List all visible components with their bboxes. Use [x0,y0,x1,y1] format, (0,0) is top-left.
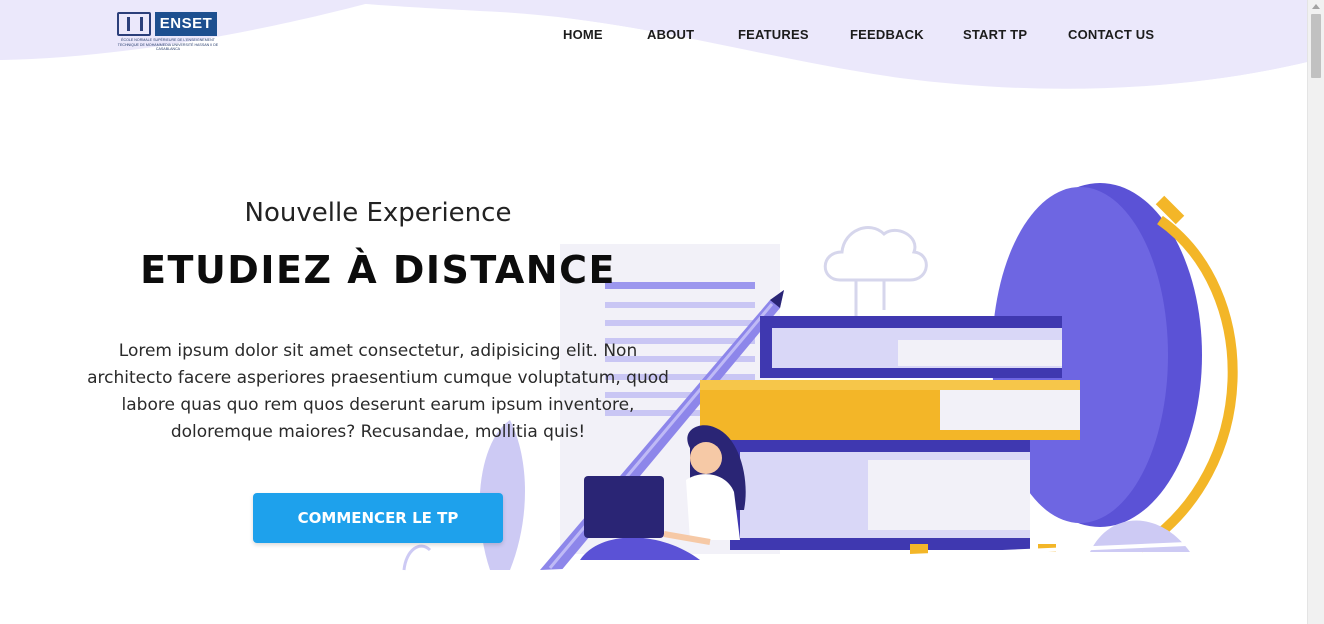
hero-lead-text: Lorem ipsum dolor sit amet consectetur, … [87,341,669,442]
hero-headline: ETUDIEZ À DISTANCE [140,248,616,292]
nav-start-tp[interactable]: START TP [963,27,1027,42]
university-emblem-icon [117,12,151,36]
hero-subtitle: Nouvelle Experience [244,198,512,228]
logo-wordmark: ENSET [155,12,217,36]
scrollbar-thumb[interactable] [1311,14,1321,78]
nav-home[interactable]: HOME [563,27,603,42]
logo-subtext: ÉCOLE NORMALE SUPÉRIEURE DE L'ENSEIGNEME… [117,38,219,52]
page-scrollbar[interactable] [1307,0,1324,624]
nav-feedback[interactable]: FEEDBACK [850,27,924,42]
start-tp-button[interactable]: COMMENCER LE TP [253,493,503,543]
enset-logo[interactable]: ENSET ÉCOLE NORMALE SUPÉRIEURE DE L'ENSE… [117,12,219,58]
nav-features[interactable]: FEATURES [738,27,809,42]
nav-contact-us[interactable]: CONTACT US [1068,27,1154,42]
scroll-up-arrow-icon[interactable] [1312,4,1320,9]
nav-about[interactable]: ABOUT [647,27,694,42]
